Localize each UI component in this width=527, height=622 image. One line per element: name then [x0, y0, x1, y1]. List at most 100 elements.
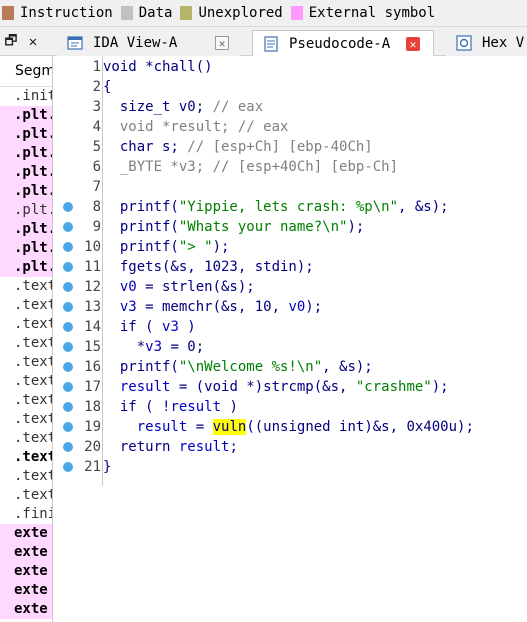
legend-swatch-unexplored	[180, 6, 193, 20]
code-token: v3	[162, 319, 179, 335]
segment-row[interactable]: exte	[0, 581, 52, 600]
segment-row[interactable]: .text	[0, 391, 52, 410]
tab-label-hex-view: Hex V	[482, 35, 525, 51]
segment-row[interactable]: .plt.	[0, 106, 52, 125]
segment-row[interactable]: .text	[0, 372, 52, 391]
segment-row[interactable]: .text	[0, 277, 52, 296]
code-text: result = (void *)strcmp(&s, "crashme");	[103, 377, 449, 397]
legend-instruction: Instruction	[2, 0, 113, 27]
code-text: printf("> ");	[103, 237, 230, 257]
segment-row[interactable]: .plt.	[0, 144, 52, 163]
code-line[interactable]: 12 v0 = strlen(&s);	[53, 277, 527, 297]
code-line[interactable]: 1 void *chall()	[53, 57, 527, 77]
code-line[interactable]: 6 _BYTE *v3; // [esp+40Ch] [ebp-Ch]	[53, 157, 527, 177]
segment-row[interactable]: .plt.	[0, 239, 52, 258]
code-line[interactable]: 18 if ( !result )	[53, 397, 527, 417]
line-number: 16	[84, 359, 101, 375]
segment-row[interactable]: .text	[0, 467, 52, 486]
legend-label-unexplored: Unexplored	[198, 5, 283, 21]
code-line[interactable]: 14 if ( v3 )	[53, 317, 527, 337]
code-token: if ( !	[103, 399, 171, 415]
tab-close-icon[interactable]: ✕	[215, 36, 229, 50]
segment-row[interactable]: .plt.	[0, 125, 52, 144]
code-line[interactable]: 5 char s; // [esp+Ch] [ebp-40Ch]	[53, 137, 527, 157]
segment-row[interactable]: .text	[0, 315, 52, 334]
code-line[interactable]: 20 return result;	[53, 437, 527, 457]
code-token: }	[103, 459, 112, 475]
line-number: 17	[84, 379, 101, 395]
code-token: = strlen(&s);	[136, 279, 255, 295]
tab-ida-view-a[interactable]: IDA View-A ✕	[57, 30, 240, 56]
code-text: printf("\nWelcome %s!\n", &s);	[103, 357, 373, 377]
code-token: char s;	[103, 139, 188, 155]
segment-row[interactable]: .text	[0, 353, 52, 372]
code-token: fgets(&s, 1023, stdin);	[103, 259, 314, 275]
segment-row[interactable]: .text	[0, 429, 52, 448]
code-line[interactable]: 16 printf("\nWelcome %s!\n", &s);	[53, 357, 527, 377]
code-token: if (	[103, 319, 163, 335]
color-legend-bar: Instruction Data Unexplored External sym…	[0, 0, 527, 27]
line-number: 8	[92, 199, 101, 215]
highlighted-identifier[interactable]: vuln	[212, 419, 247, 435]
code-line[interactable]: 8 printf("Yippie, lets crash: %p\n", &s)…	[53, 197, 527, 217]
restore-window-icon[interactable]: 🗗	[0, 31, 22, 53]
segment-row[interactable]: .fini	[0, 505, 52, 524]
code-token: void *chall()	[103, 59, 213, 75]
segment-row[interactable]: .text	[0, 448, 52, 467]
code-line[interactable]: 9 printf("Whats your name?\n");	[53, 217, 527, 237]
segment-row[interactable]: exte	[0, 524, 52, 543]
code-token: printf(	[103, 239, 179, 255]
tab-label-pseudocode-a: Pseudocode-A	[289, 36, 391, 52]
legend-data: Data	[120, 0, 172, 27]
line-number: 6	[92, 159, 101, 175]
legend-unexplored: Unexplored	[180, 0, 283, 27]
code-token: "Yippie, lets crash: %p\n"	[178, 199, 399, 215]
code-line[interactable]: 11 fgets(&s, 1023, stdin);	[53, 257, 527, 277]
line-number: 18	[84, 399, 101, 415]
segment-row[interactable]: exte	[0, 543, 52, 562]
line-number: 11	[84, 259, 101, 275]
ida-view-icon	[67, 35, 83, 51]
tab-hex-view[interactable]: Hex V	[446, 30, 527, 56]
code-token: )	[178, 319, 196, 335]
code-token: result	[170, 399, 222, 415]
code-text: {	[103, 77, 111, 97]
code-line[interactable]: 17 result = (void *)strcmp(&s, "crashme"…	[53, 377, 527, 397]
segment-row[interactable]: .text	[0, 410, 52, 429]
code-token: // [esp+Ch] [ebp-40Ch]	[187, 139, 373, 155]
code-line[interactable]: 2{	[53, 77, 527, 97]
code-line[interactable]: 21}	[53, 457, 527, 477]
close-panel-icon[interactable]: ✕	[22, 31, 44, 53]
segment-row[interactable]: .plt.	[0, 182, 52, 201]
segment-row[interactable]: .plt.	[0, 258, 52, 277]
code-line[interactable]: 7	[53, 177, 527, 197]
code-line[interactable]: 4 void *result; // eax	[53, 117, 527, 137]
tab-label-ida-view-a: IDA View-A	[93, 35, 178, 51]
code-line[interactable]: 15 *v3 = 0;	[53, 337, 527, 357]
segment-row[interactable]: .text	[0, 296, 52, 315]
tab-pseudocode-a[interactable]: Pseudocode-A ✕	[252, 30, 434, 57]
segment-row[interactable]: .text	[0, 486, 52, 505]
segment-row[interactable]: .init	[0, 87, 52, 106]
tab-close-active-icon[interactable]: ✕	[406, 37, 420, 51]
code-token: v3	[145, 339, 163, 355]
segment-row[interactable]: exte	[0, 600, 52, 619]
code-token: );	[305, 299, 323, 315]
segment-row[interactable]: .text	[0, 334, 52, 353]
code-line[interactable]: 10 printf("> ");	[53, 237, 527, 257]
segment-row[interactable]: .plt.	[0, 220, 52, 239]
segment-row[interactable]: .plt.	[0, 163, 52, 182]
code-line[interactable]: 19 result = vuln((unsigned int)&s, 0x400…	[53, 417, 527, 437]
code-text: _BYTE *v3; // [esp+40Ch] [ebp-Ch]	[103, 157, 398, 177]
line-number: 5	[92, 139, 101, 155]
code-token: "Whats your name?\n"	[178, 219, 348, 235]
segment-row[interactable]: .plt.	[0, 201, 52, 220]
code-token: // eax	[237, 119, 289, 135]
segment-row[interactable]: exte	[0, 562, 52, 581]
code-line[interactable]: 3 size_t v0; // eax	[53, 97, 527, 117]
pseudocode-view[interactable]: 1 void *chall() 2{3 size_t v0; // eax 4 voi…	[53, 56, 527, 622]
code-token: *	[103, 339, 146, 355]
segments-list: .init .plt. .plt. .plt. .plt. .plt. .plt. .plt.…	[0, 87, 52, 619]
code-line[interactable]: 13 v3 = memchr(&s, 10, v0);	[53, 297, 527, 317]
